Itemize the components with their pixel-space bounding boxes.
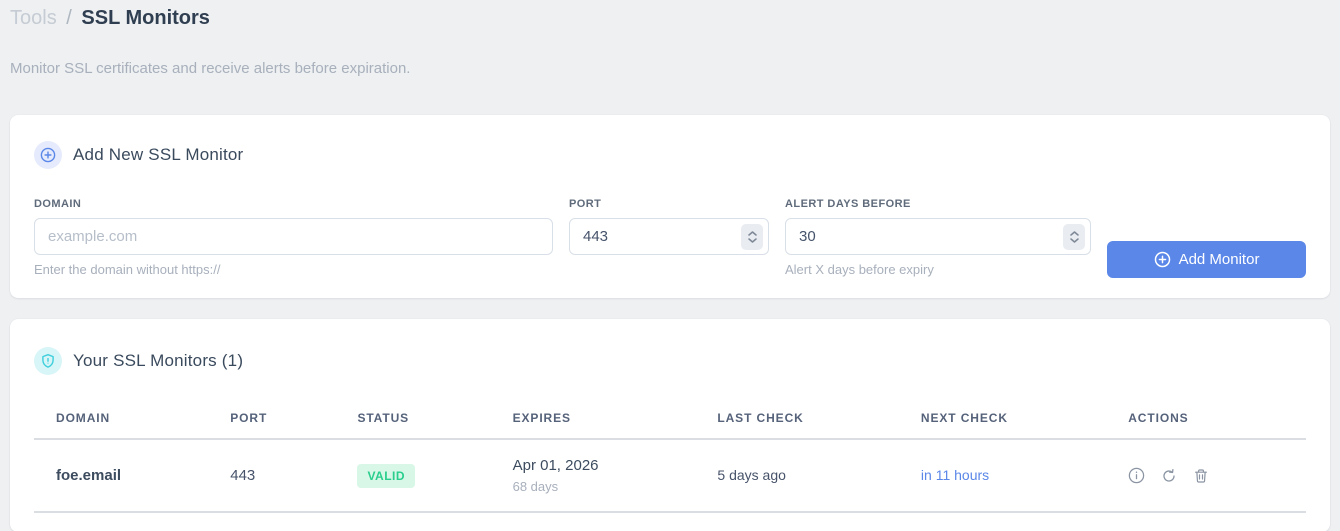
domain-field-group: DOMAIN Enter the domain without https:// (34, 198, 553, 277)
alert-days-input[interactable] (785, 218, 1091, 255)
monitors-card: Your SSL Monitors (1) DOMAIN PORT STATUS… (10, 319, 1330, 531)
table-row: foe.email 443 VALID Apr 01, 2026 68 days… (34, 439, 1306, 513)
add-monitor-button[interactable]: Add Monitor (1107, 241, 1306, 278)
table-header-row: DOMAIN PORT STATUS EXPIRES LAST CHECK NE… (34, 411, 1306, 440)
alert-days-field-group: ALERT DAYS BEFORE Alert X days before ex… (785, 198, 1091, 277)
add-monitor-form: DOMAIN Enter the domain without https://… (34, 198, 1306, 278)
page-header: Tools / SSL Monitors Monitor SSL certifi… (0, 0, 1340, 77)
add-monitor-card-header: Add New SSL Monitor (34, 141, 1306, 169)
add-monitor-button-wrap: Add Monitor (1107, 198, 1306, 278)
table-header-next-check: NEXT CHECK (898, 411, 1107, 440)
info-icon (1128, 467, 1145, 484)
breadcrumb: Tools / SSL Monitors (10, 6, 1330, 30)
monitor-expires-days: 68 days (512, 479, 559, 494)
delete-button[interactable] (1193, 468, 1209, 484)
table-header-status: STATUS (335, 411, 491, 440)
alert-days-field-helper: Alert X days before expiry (785, 262, 934, 277)
page-title: SSL Monitors (81, 7, 210, 29)
add-monitor-card-title: Add New SSL Monitor (73, 145, 244, 164)
port-field-group: PORT (569, 198, 769, 255)
port-field-label: PORT (569, 198, 602, 210)
chevron-down-icon (747, 237, 757, 243)
page-subtitle: Monitor SSL certificates and receive ale… (10, 60, 411, 77)
row-actions (1128, 467, 1306, 484)
monitors-card-title: Your SSL Monitors (1) (73, 351, 244, 370)
monitors-table: DOMAIN PORT STATUS EXPIRES LAST CHECK NE… (34, 411, 1306, 513)
chevron-up-icon (1069, 230, 1079, 236)
port-input[interactable] (569, 218, 769, 255)
table-header-last-check: LAST CHECK (695, 411, 899, 440)
alert-days-stepper[interactable] (1063, 223, 1085, 250)
chevron-down-icon (1069, 237, 1079, 243)
ssl-monitors-page: Tools / SSL Monitors Monitor SSL certifi… (0, 0, 1340, 531)
table-header-expires: EXPIRES (490, 411, 696, 440)
add-monitor-button-label: Add Monitor (1178, 251, 1260, 268)
table-header-port: PORT (208, 411, 336, 440)
domain-field-helper: Enter the domain without https:// (34, 262, 221, 277)
alert-days-field-label: ALERT DAYS BEFORE (785, 198, 911, 210)
domain-input[interactable] (34, 218, 553, 255)
domain-field-label: DOMAIN (34, 198, 82, 210)
chevron-up-icon (747, 230, 757, 236)
monitor-port: 443 (230, 466, 256, 484)
refresh-button[interactable] (1161, 468, 1177, 484)
port-stepper[interactable] (741, 223, 763, 250)
monitors-card-header: Your SSL Monitors (1) (34, 347, 1306, 375)
monitor-next-check[interactable]: in 11 hours (921, 467, 989, 483)
trash-icon (1195, 468, 1208, 483)
status-badge: VALID (357, 463, 416, 488)
monitor-expires-date: Apr 01, 2026 (512, 457, 599, 474)
info-button[interactable] (1128, 467, 1145, 484)
table-header-domain: DOMAIN (34, 411, 209, 440)
monitor-domain: foe.email (56, 466, 122, 484)
plus-circle-icon (34, 141, 62, 169)
plus-circle-icon (1154, 251, 1171, 268)
breadcrumb-separator: / (66, 7, 72, 29)
shield-icon (34, 347, 62, 375)
table-header-actions: ACTIONS (1106, 411, 1306, 440)
refresh-icon (1163, 468, 1175, 482)
add-monitor-card: Add New SSL Monitor DOMAIN Enter the dom… (10, 115, 1330, 298)
monitor-last-check: 5 days ago (717, 466, 786, 483)
breadcrumb-tools[interactable]: Tools (10, 7, 57, 29)
